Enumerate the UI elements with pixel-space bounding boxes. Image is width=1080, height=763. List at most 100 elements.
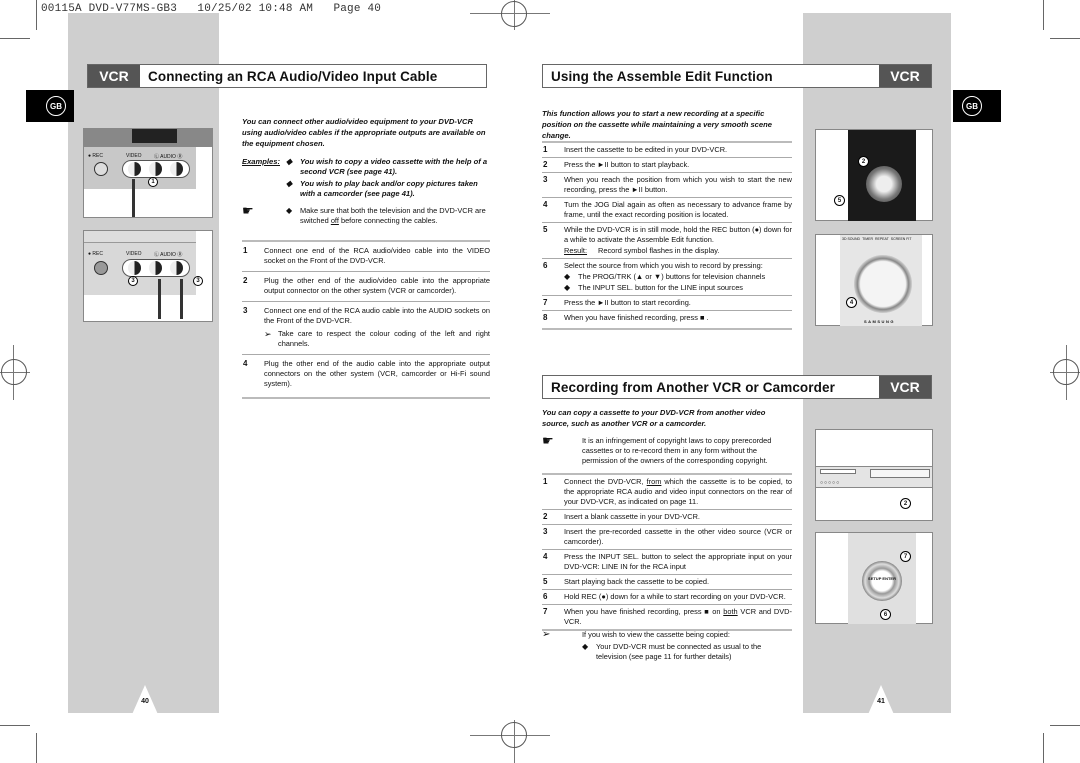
- recording-section-header: Recording from Another VCR or Camcorder …: [542, 375, 932, 399]
- remote-control-record-illustration: SETUP ENTER 7 6: [815, 532, 933, 624]
- step-number: 3: [543, 527, 548, 536]
- callout-marker: 2: [900, 498, 911, 509]
- diamond-bullet-icon: ◆: [286, 179, 293, 188]
- language-tab-right: GB: [953, 90, 1001, 122]
- step-row: 2 Press the ►II button to start playback…: [542, 158, 792, 173]
- examples-label: Examples:: [242, 157, 280, 166]
- step-number: 4: [243, 359, 248, 368]
- step-text: When you have finished recording, press …: [564, 313, 709, 322]
- registration-mark-icon: [501, 1, 527, 27]
- crop-mark: [1050, 725, 1080, 726]
- section-tag: VCR: [879, 376, 931, 398]
- bullet-row: ◆ Your DVD-VCR must be connected as usua…: [542, 642, 792, 662]
- step-text: Plug the other end of the audio cable in…: [264, 359, 490, 388]
- step-text: Press the INPUT SEL. button to select th…: [564, 552, 792, 571]
- arrow-tip-icon: ➢: [542, 629, 551, 640]
- recording-tip: ➢ If you wish to view the cassette being…: [542, 630, 792, 662]
- registration-mark-icon: [1053, 359, 1079, 385]
- step-text: Press the ►II button to start playback.: [564, 160, 690, 169]
- step-text: Insert the pre-recorded cassette in the …: [564, 527, 792, 546]
- examples-block: Examples: ◆ You wish to copy a video cas…: [242, 157, 490, 226]
- registration-mark-icon: [1, 359, 27, 385]
- example-text: You wish to play back and/or copy pictur…: [300, 179, 478, 198]
- step-row: 1 Insert the cassette to be edited in yo…: [542, 143, 792, 158]
- copyright-note: ☛ It is an infringement of copyright law…: [542, 433, 792, 466]
- section-tag: VCR: [88, 65, 140, 87]
- example-text: You wish to copy a video cassette with t…: [300, 157, 488, 176]
- rca-cable-icon: [180, 279, 183, 319]
- front-panel-video-illustration: ● REC VIDEO Ⓛ AUDIO Ⓡ 1: [83, 128, 213, 218]
- step-number: 7: [543, 298, 548, 307]
- front-panel-audio-illustration: ● REC VIDEO Ⓛ AUDIO Ⓡ 3 3: [83, 230, 213, 322]
- step-row: 2 Insert a blank cassette in your DVD-VC…: [542, 510, 792, 525]
- crop-mark: [1050, 38, 1080, 39]
- callout-marker: 3: [193, 276, 203, 286]
- gb-badge-icon: GB: [46, 96, 66, 116]
- tip-row: ➢ If you wish to view the cassette being…: [542, 630, 792, 640]
- step-row: 6 Select the source from which you wish …: [542, 259, 792, 296]
- callout-marker: 3: [128, 276, 138, 286]
- example-item: Examples: ◆ You wish to copy a video cas…: [242, 157, 490, 177]
- pointing-hand-icon: ☛: [542, 433, 554, 448]
- section-title: Recording from Another VCR or Camcorder: [551, 379, 835, 395]
- recording-steps-list: 1 Connect the DVD-VCR, from which the ca…: [542, 473, 792, 631]
- note-text: Make sure that both the television and t…: [300, 206, 486, 225]
- step-number: 3: [543, 175, 548, 184]
- audio-label: Ⓛ AUDIO Ⓡ: [154, 154, 183, 160]
- diamond-bullet-icon: ◆: [564, 283, 571, 292]
- setup-enter-button-label: SETUP ENTER: [868, 576, 896, 581]
- diamond-bullet-icon: ◆: [286, 157, 293, 166]
- step-row: 5 Start playing back the cassette to be …: [542, 575, 792, 590]
- diamond-bullet-icon: ◆: [564, 272, 571, 281]
- step-row: 4 Press the INPUT SEL. button to select …: [542, 550, 792, 575]
- rec-button-icon: [94, 162, 108, 176]
- page-number: 40: [141, 698, 149, 705]
- front-buttons-icon: ○○○○○: [820, 480, 841, 486]
- remote-control-dial-illustration: 3D SOUND TIMER REPEAT SCREEN FIT 4 SAMSU…: [815, 234, 933, 326]
- result-row: Result: Record symbol flashes in the dis…: [564, 246, 792, 256]
- step-text: Connect one end of the RCA audio/video c…: [264, 246, 490, 265]
- step-text: Start playing back the cassette to be co…: [564, 577, 710, 586]
- result-text: Record symbol flashes in the display.: [598, 246, 720, 255]
- cassette-slot-icon: [870, 469, 930, 478]
- registration-mark-icon: [501, 722, 527, 748]
- remote-button-labels: 3D SOUND TIMER REPEAT SCREEN FIT: [842, 237, 912, 241]
- crop-mark: [36, 0, 37, 30]
- jog-dial-icon: [854, 255, 912, 313]
- assemble-steps-list: 1 Insert the cassette to be edited in yo…: [542, 141, 792, 330]
- brand-logo: SAMSUNG: [864, 319, 895, 324]
- note-text: It is an infringement of copyright laws …: [582, 436, 772, 465]
- step-number: 6: [543, 592, 548, 601]
- remote-button-label: 3D SOUND: [842, 237, 861, 241]
- bullet-row: ◆ The PROG/TRK (▲ or ▼) buttons for tele…: [564, 272, 792, 282]
- language-tab-left: GB: [26, 90, 74, 122]
- step-row: 1 Connect the DVD-VCR, from which the ca…: [542, 475, 792, 510]
- step-text: Turn the JOG Dial again as often as nece…: [564, 200, 792, 219]
- left-gray-column: [68, 13, 219, 713]
- audio-right-socket-icon: [170, 261, 183, 275]
- rec-button-icon: [94, 261, 108, 275]
- tip-row: ➢ Take care to respect the colour coding…: [264, 329, 490, 349]
- crop-mark: [0, 38, 30, 39]
- step-row: 4 Turn the JOG Dial again as often as ne…: [542, 198, 792, 223]
- recording-intro: You can copy a cassette to your DVD-VCR …: [542, 408, 766, 428]
- step-row: 2 Plug the other end of the audio/video …: [242, 272, 490, 302]
- page-number: 41: [877, 698, 885, 705]
- jog-dial-icon: [866, 166, 902, 202]
- note-item: ☛ ◆ Make sure that both the television a…: [242, 204, 490, 226]
- left-section-header: VCR Connecting an RCA Audio/Video Input …: [87, 64, 487, 88]
- step-number: 6: [543, 261, 548, 270]
- step-text: While the DVD-VCR is in still mode, hold…: [564, 225, 792, 244]
- callout-marker: 2: [858, 156, 869, 167]
- step-number: 5: [543, 225, 548, 234]
- rca-cable-icon: [132, 179, 135, 217]
- callout-marker: 5: [834, 195, 845, 206]
- remote-button-label: TIMER: [862, 237, 873, 241]
- audio-left-socket-icon: [149, 162, 162, 176]
- step-row: 8 When you have finished recording, pres…: [542, 311, 792, 330]
- step-text: Connect one end of the RCA audio cable i…: [264, 306, 490, 325]
- remote-control-top-illustration: 2 5: [815, 129, 933, 221]
- left-steps-list: 1 Connect one end of the RCA audio/video…: [242, 240, 490, 399]
- step-row: 7 Press the ►II button to start recordin…: [542, 296, 792, 311]
- video-label: VIDEO: [126, 153, 142, 159]
